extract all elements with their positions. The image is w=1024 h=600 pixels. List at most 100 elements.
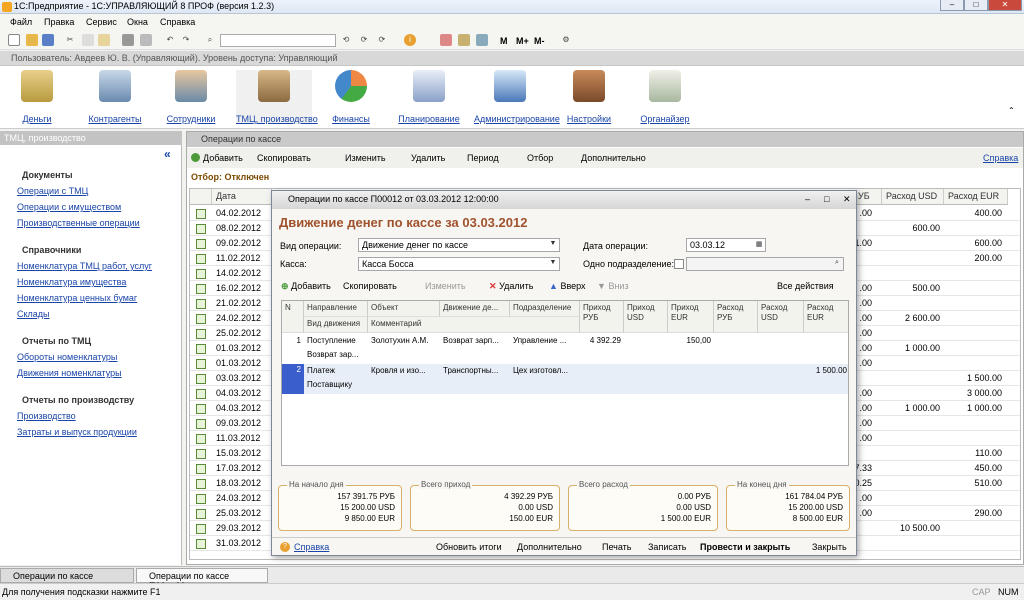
dept-field[interactable]: ⌕ xyxy=(686,257,844,271)
menu-edit[interactable]: Правка xyxy=(44,17,74,27)
maximize-button[interactable]: □ xyxy=(964,0,988,11)
dialog-help-link[interactable]: Справка xyxy=(294,542,329,552)
section-planning[interactable]: Планирование xyxy=(394,70,464,124)
edit-button[interactable]: Изменить xyxy=(345,153,386,163)
tools-icon[interactable]: ⚙ xyxy=(560,34,572,46)
link-warehouses[interactable]: Склады xyxy=(17,309,50,319)
write-button[interactable]: Записать xyxy=(648,542,686,552)
link-movements-report[interactable]: Движения номенклатуры xyxy=(17,368,122,378)
dialog-more-button[interactable]: Дополнительно xyxy=(517,542,582,552)
add-icon[interactable] xyxy=(191,153,200,162)
link-property-operations[interactable]: Операции с имуществом xyxy=(17,202,121,212)
section-settings[interactable]: Настройки xyxy=(554,70,624,124)
link-goods-nomenclature[interactable]: Номенклатура ТМЦ работ, услуг xyxy=(17,261,152,271)
calendar-icon[interactable] xyxy=(458,34,470,46)
menu-help[interactable]: Справка xyxy=(160,17,195,27)
move-up-button[interactable]: ▲ Вверх xyxy=(549,281,586,291)
dialog-minimize-button[interactable]: – xyxy=(805,194,810,204)
all-actions-button[interactable]: Все действия xyxy=(777,281,834,291)
row1-in-rub[interactable]: 4 392.29 xyxy=(580,335,624,346)
cash-select[interactable]: Касса Босса ▼ xyxy=(358,257,560,271)
task-operation-document[interactable]: Операции по кассе П00...:00 xyxy=(136,568,268,591)
print-icon[interactable] xyxy=(122,34,134,46)
save-icon[interactable] xyxy=(42,34,54,46)
help-link[interactable]: Справка xyxy=(983,153,1018,163)
col-out-usd[interactable]: Расход USD xyxy=(882,189,944,205)
menu-file[interactable]: Файл xyxy=(10,17,32,27)
collapse-sections-icon[interactable]: ⌃ xyxy=(1008,106,1015,115)
preview-icon[interactable] xyxy=(140,34,152,46)
search-input[interactable] xyxy=(220,34,336,47)
open-icon[interactable] xyxy=(26,34,38,46)
memory-minus-button[interactable]: M- xyxy=(534,36,545,46)
move-down-button[interactable]: ▼ Вниз xyxy=(597,281,629,291)
search-all-icon[interactable]: ⟳ xyxy=(376,34,388,46)
chevron-down-icon[interactable]: ▼ xyxy=(548,240,558,250)
section-employees[interactable]: Сотрудники xyxy=(156,70,226,124)
dialog-maximize-button[interactable]: □ xyxy=(824,194,829,204)
link-property-nomenclature[interactable]: Номенклатура имущества xyxy=(17,277,126,287)
info-icon[interactable]: i xyxy=(404,34,416,46)
link-securities-nomenclature[interactable]: Номенклатура ценных бумаг xyxy=(17,293,137,303)
cut-icon[interactable]: ✂ xyxy=(64,34,76,46)
row2-out-eur[interactable]: 1 500.00 xyxy=(804,365,848,376)
section-finance[interactable]: Финансы xyxy=(316,70,386,124)
new-icon[interactable] xyxy=(8,34,20,46)
memory-plus-button[interactable]: M+ xyxy=(516,36,529,46)
row1-object[interactable]: Золотухин А.М. xyxy=(368,335,440,346)
add-row-button[interactable]: ⊕ Добавить xyxy=(281,281,331,292)
calculator-icon[interactable] xyxy=(440,34,452,46)
row1-kind[interactable]: Возврат зар... xyxy=(304,349,361,360)
minimize-button[interactable]: – xyxy=(940,0,964,11)
col-rub[interactable]: УБ xyxy=(854,189,882,205)
add-button[interactable]: Добавить xyxy=(203,153,243,163)
collapse-panel-icon[interactable]: « xyxy=(164,147,171,161)
search-icon[interactable]: ⌕ xyxy=(832,259,842,269)
row1-dept[interactable]: Управление ... xyxy=(510,335,580,346)
link-production-operations[interactable]: Производственные операции xyxy=(17,218,140,228)
close-button[interactable]: ✕ xyxy=(988,0,1022,11)
col-out-eur[interactable]: Расход EUR xyxy=(944,189,1008,205)
undo-icon[interactable]: ↶ xyxy=(164,34,176,46)
col-date[interactable]: Дата xyxy=(212,189,272,205)
section-goods-production[interactable]: ТМЦ, производство xyxy=(236,70,318,124)
edit-row-button[interactable]: Изменить xyxy=(425,281,466,291)
row1-in-eur[interactable]: 150,00 xyxy=(668,335,714,346)
delete-row-button[interactable]: ✕ Удалить xyxy=(489,281,533,292)
copy-button[interactable]: Скопировать xyxy=(257,153,311,163)
section-administration[interactable]: Администрирование xyxy=(474,70,560,124)
row2-kind[interactable]: Поставщику xyxy=(304,379,355,390)
section-organizer[interactable]: Органайзер xyxy=(630,70,700,124)
single-dept-checkbox[interactable] xyxy=(674,259,684,269)
more-button[interactable]: Дополнительно xyxy=(581,153,646,163)
delete-button[interactable]: Удалить xyxy=(411,153,445,163)
chevron-down-icon[interactable]: ▼ xyxy=(548,259,558,269)
task-operations-list[interactable]: Операции по кассе xyxy=(0,568,134,583)
operation-lines-table[interactable]: N Направление Вид движения Объект Коммен… xyxy=(281,300,849,466)
link-production-report[interactable]: Производство xyxy=(17,411,76,421)
link-turnover-report[interactable]: Обороты номенклатуры xyxy=(17,352,117,362)
menu-service[interactable]: Сервис xyxy=(86,17,117,27)
section-contractors[interactable]: Контрагенты xyxy=(80,70,150,124)
filter-button[interactable]: Отбор xyxy=(527,153,553,163)
copy-icon[interactable] xyxy=(82,34,94,46)
find-icon[interactable]: ⌕ xyxy=(204,34,216,46)
row1-move[interactable]: Возврат зарп... xyxy=(440,335,510,346)
link-goods-operations[interactable]: Операции с ТМЦ xyxy=(17,186,88,196)
row1-direction[interactable]: Поступление xyxy=(304,335,359,346)
redo-icon[interactable]: ↷ xyxy=(180,34,192,46)
search-prev-icon[interactable]: ⟳ xyxy=(358,34,370,46)
paste-icon[interactable] xyxy=(98,34,110,46)
dialog-close-button[interactable]: ✕ xyxy=(843,194,851,205)
copy-row-button[interactable]: Скопировать xyxy=(343,281,397,291)
row2-direction[interactable]: Платеж xyxy=(304,365,338,376)
row2-object[interactable]: Кровля и изо... xyxy=(368,365,440,376)
calendar-icon[interactable]: ▦ xyxy=(754,240,764,250)
post-and-close-button[interactable]: Провести и закрыть xyxy=(700,542,790,552)
close-dialog-button[interactable]: Закрыть xyxy=(812,542,847,552)
users-icon[interactable] xyxy=(476,34,488,46)
search-next-icon[interactable]: ⟲ xyxy=(340,34,352,46)
operation-date-field[interactable]: 03.03.12 ▦ xyxy=(686,238,766,252)
print-button[interactable]: Печать xyxy=(602,542,631,552)
menu-windows[interactable]: Окна xyxy=(127,17,148,27)
